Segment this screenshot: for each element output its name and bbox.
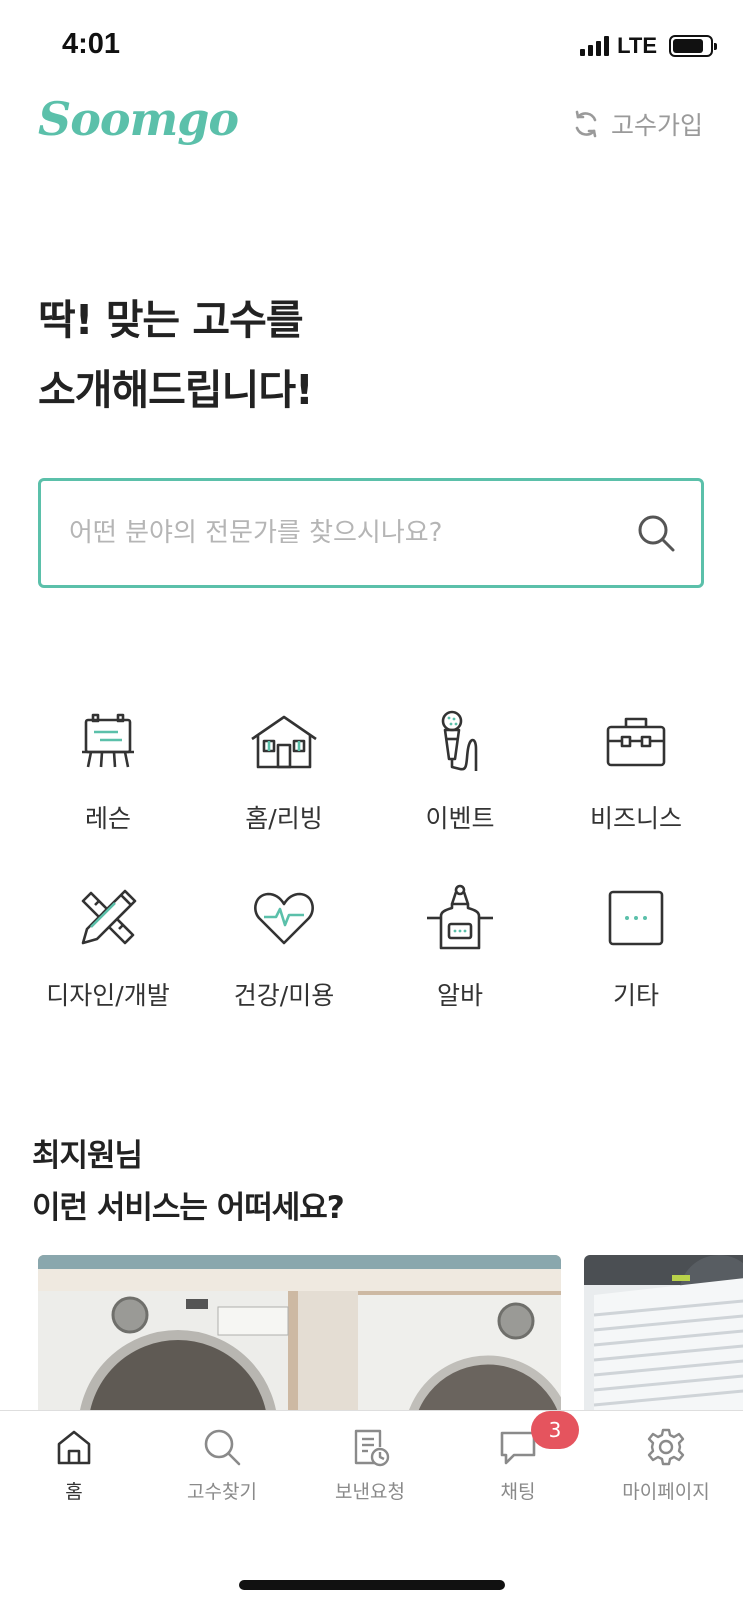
category-event[interactable]: 이벤트 [372, 705, 548, 850]
home-icon [57, 1430, 91, 1465]
tab-home[interactable]: 홈 [0, 1411, 148, 1504]
recommendation-heading: 최지원님 이런 서비스는 어떠세요? [32, 1130, 345, 1234]
category-lesson[interactable]: 레슨 [20, 705, 196, 850]
category-label: 비즈니스 [589, 804, 682, 833]
tab-label: 고수찾기 [187, 1481, 257, 1503]
apron-icon [424, 882, 496, 954]
category-grid: 레슨 홈/리빙 이벤트 비즈니스 디자인/개발 건강/미용 알바 기타 [20, 705, 726, 1027]
status-indicators: LTE [580, 33, 717, 59]
category-home-living[interactable]: 홈/리빙 [196, 705, 372, 850]
tab-find-pro[interactable]: 고수찾기 [148, 1411, 296, 1504]
tab-chat[interactable]: 채팅 3 [444, 1411, 592, 1504]
tab-label: 채팅 [500, 1481, 536, 1503]
recommendation-question: 이런 서비스는 어떠세요? [32, 1190, 345, 1226]
laundry-image [38, 1255, 561, 1415]
briefcase-icon [600, 705, 672, 777]
soomgo-logo[interactable]: Soomgo [38, 92, 239, 146]
tab-label: 홈 [65, 1481, 83, 1503]
category-business[interactable]: 비즈니스 [548, 705, 724, 850]
category-label: 디자인/개발 [46, 981, 170, 1010]
search-input[interactable] [69, 518, 635, 548]
tab-sent-requests[interactable]: 보낸요청 [296, 1411, 444, 1504]
microphone-icon [424, 705, 496, 777]
service-card-aircon[interactable] [584, 1255, 743, 1415]
switch-icon [575, 110, 597, 138]
battery-icon [669, 35, 717, 57]
search-icon [204, 1429, 241, 1466]
hero-line-2: 소개해드립니다! [38, 366, 314, 414]
category-label: 레슨 [84, 804, 131, 833]
category-label: 기타 [612, 981, 659, 1010]
search-icon[interactable] [635, 512, 677, 554]
recommendation-user: 최지원님 [32, 1138, 143, 1174]
category-label: 알바 [436, 981, 483, 1010]
home-indicator [239, 1580, 505, 1590]
tab-label: 마이페이지 [622, 1481, 710, 1503]
category-design-dev[interactable]: 디자인/개발 [20, 882, 196, 1027]
pro-join-label: 고수가입 [610, 111, 703, 140]
category-label: 건강/미용 [233, 981, 335, 1010]
tab-label: 보낸요청 [335, 1481, 405, 1503]
category-label: 홈/리빙 [245, 804, 323, 833]
category-label: 이벤트 [425, 804, 495, 833]
pencil-ruler-icon [72, 882, 144, 954]
aircon-image [584, 1255, 743, 1415]
status-time: 4:01 [62, 28, 121, 60]
category-part-time[interactable]: 알바 [372, 882, 548, 1027]
chat-unread-badge: 3 [531, 1411, 579, 1449]
heart-pulse-icon [248, 882, 320, 954]
tab-my-page[interactable]: 마이페이지 [592, 1411, 740, 1504]
request-icon [354, 1429, 390, 1467]
category-health-beauty[interactable]: 건강/미용 [196, 882, 372, 1027]
status-bar: 4:01 LTE [0, 0, 743, 90]
service-card-laundry[interactable] [38, 1255, 561, 1415]
house-icon [248, 705, 320, 777]
easel-icon [72, 705, 144, 777]
hero-headline: 딱! 맞는 고수를 소개해드립니다! [38, 285, 314, 425]
settings-icon [647, 1428, 685, 1466]
pro-join-button[interactable]: 고수가입 [571, 106, 703, 142]
search-box[interactable] [38, 478, 704, 588]
more-icon [600, 882, 672, 954]
signal-icon [580, 36, 610, 56]
hero-line-1: 딱! 맞는 고수를 [38, 296, 304, 344]
category-etc[interactable]: 기타 [548, 882, 724, 1027]
network-label: LTE [617, 33, 657, 58]
